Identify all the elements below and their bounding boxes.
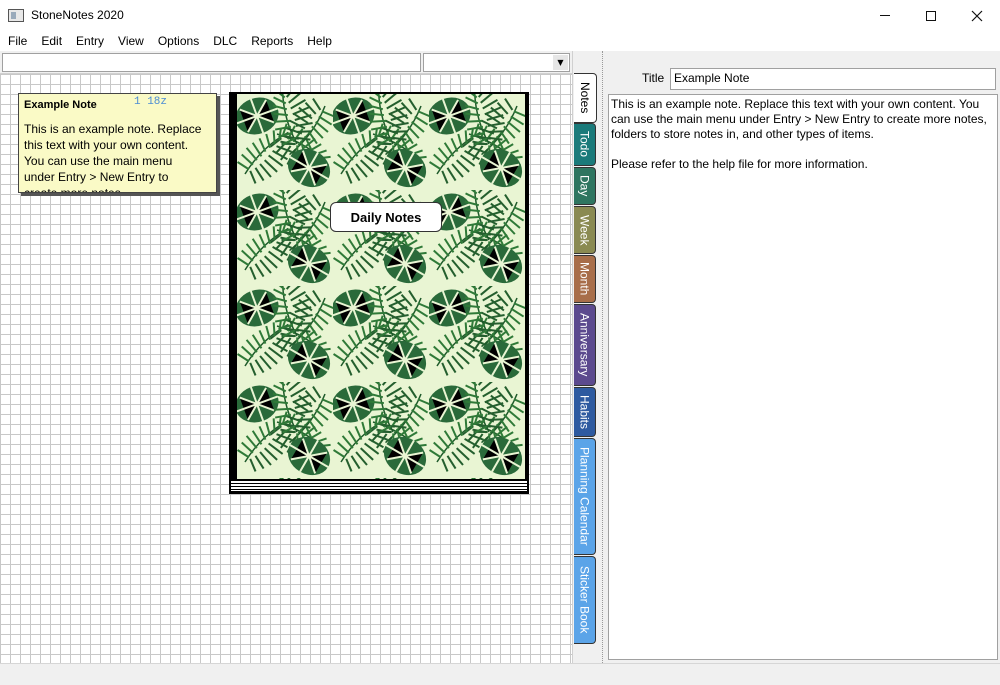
daily-notes-notebook[interactable]: Daily Notes: [229, 92, 529, 494]
leaf-pattern-image: [237, 94, 525, 479]
menu-reports[interactable]: Reports: [244, 31, 300, 51]
maximize-icon: [926, 10, 936, 21]
menu-help[interactable]: Help: [300, 31, 339, 51]
tab-anniversary[interactable]: Anniversary: [574, 304, 596, 386]
menu-view[interactable]: View: [111, 31, 151, 51]
menu-entry[interactable]: Entry: [69, 31, 111, 51]
tab-habits[interactable]: Habits: [574, 387, 596, 437]
menu-file[interactable]: File: [0, 31, 34, 51]
view-select[interactable]: ▼: [423, 53, 570, 72]
note-content-editor[interactable]: This is an example note. Replace this te…: [608, 94, 998, 660]
tab-month-label: Month: [577, 262, 592, 296]
app-icon: [8, 9, 24, 22]
tab-todo-label: Todo: [577, 131, 592, 158]
minimize-button[interactable]: [862, 0, 908, 31]
notebook-label[interactable]: Daily Notes: [330, 202, 442, 232]
notes-canvas[interactable]: Example Note 1 18z This is an example no…: [0, 73, 572, 663]
sticky-note[interactable]: Example Note 1 18z This is an example no…: [18, 93, 217, 193]
tab-week-label: Week: [577, 214, 592, 246]
tab-notes-label: Notes: [578, 82, 592, 114]
tab-planning-calendar[interactable]: Planning Calendar: [574, 438, 596, 555]
vertical-tab-strip: Notes Todo Day Week Month Anniversary Ha…: [572, 51, 602, 663]
title-field[interactable]: Example Note: [670, 68, 996, 90]
sticky-note-body: This is an example note. Replace this te…: [24, 122, 202, 193]
tab-month[interactable]: Month: [574, 255, 596, 303]
tab-sticker-book-label: Sticker Book: [577, 566, 592, 634]
tab-day[interactable]: Day: [574, 167, 596, 205]
menu-edit[interactable]: Edit: [34, 31, 69, 51]
sticky-note-meta: 1 18z: [134, 96, 168, 108]
close-icon: [971, 10, 983, 21]
tab-week[interactable]: Week: [574, 206, 596, 254]
tab-todo[interactable]: Todo: [574, 123, 596, 166]
menu-options[interactable]: Options: [151, 31, 206, 51]
tab-day-label: Day: [577, 175, 592, 197]
maximize-button[interactable]: [908, 0, 954, 31]
chevron-down-icon[interactable]: ▼: [553, 55, 568, 70]
menu-bar: File Edit Entry View Options DLC Reports…: [0, 31, 1000, 51]
title-label: Title: [642, 71, 665, 85]
menu-dlc[interactable]: DLC: [206, 31, 244, 51]
note-editor-pane: Title Example Note This is an example no…: [608, 51, 1000, 663]
left-toolbar: ▼: [0, 51, 572, 73]
title-bar: StoneNotes 2020: [0, 0, 1000, 31]
minimize-icon: [880, 15, 890, 16]
window-title: StoneNotes 2020: [31, 8, 124, 22]
status-bar: [0, 663, 1000, 685]
tab-sticker-book[interactable]: Sticker Book: [574, 556, 596, 644]
notebook-pages: [231, 480, 527, 491]
tab-planning-calendar-label: Planning Calendar: [577, 447, 592, 546]
note-paragraph: This is an example note. Replace this te…: [611, 97, 987, 141]
tab-notes[interactable]: Notes: [574, 73, 597, 123]
sticky-note-title: Example Note: [24, 99, 97, 111]
close-button[interactable]: [954, 0, 1000, 31]
search-input[interactable]: [2, 53, 421, 72]
tab-anniversary-label: Anniversary: [577, 313, 592, 377]
note-paragraph: Please refer to the help file for more i…: [611, 157, 868, 171]
tab-habits-label: Habits: [577, 394, 592, 429]
notebook-cover: Daily Notes: [237, 94, 525, 479]
